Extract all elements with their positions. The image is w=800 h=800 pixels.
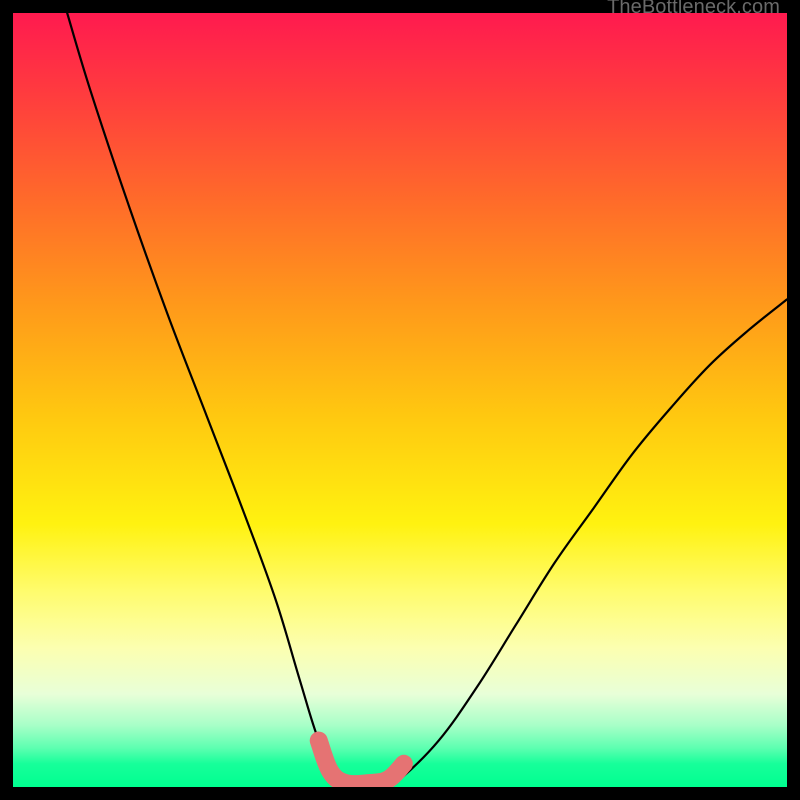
chart-frame <box>13 13 787 787</box>
gradient-background <box>13 13 787 787</box>
